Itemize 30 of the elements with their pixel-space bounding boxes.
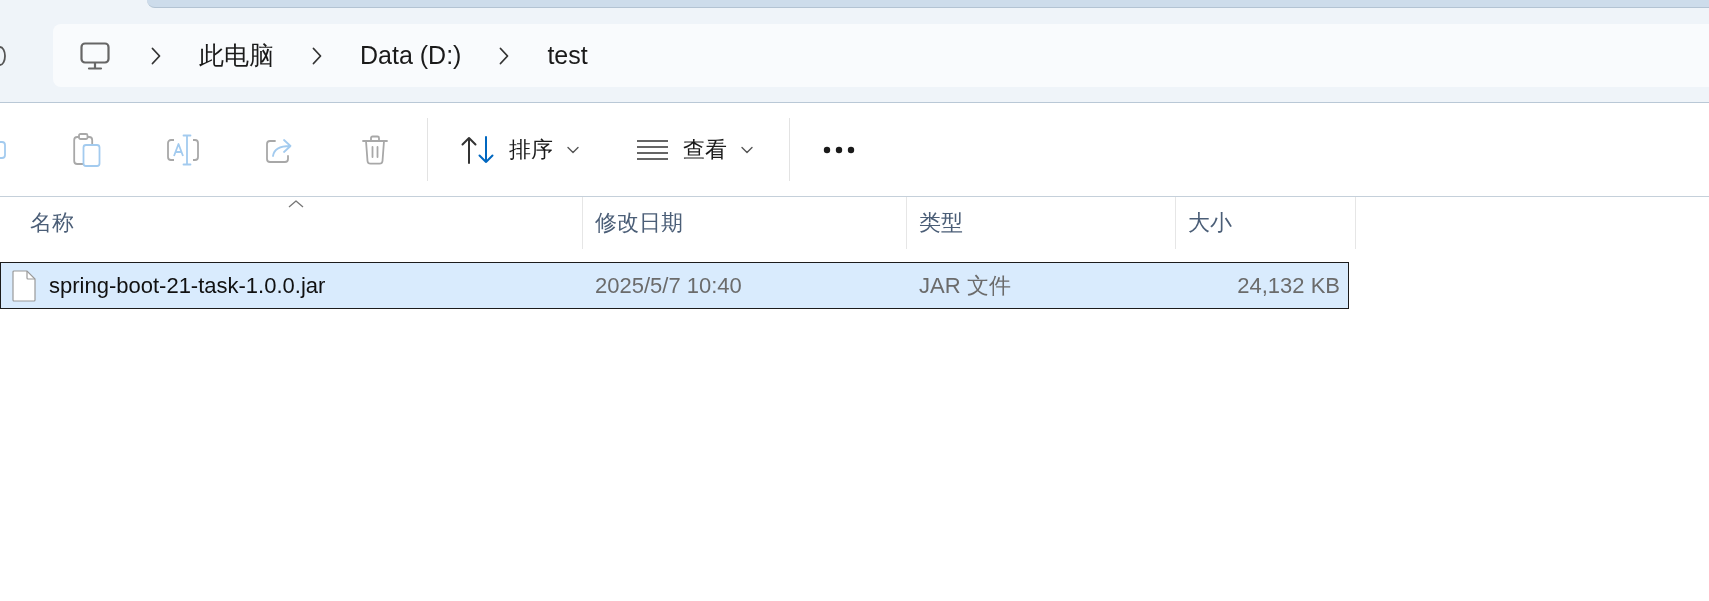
sort-arrows-icon bbox=[461, 134, 495, 165]
column-header[interactable]: 名称 bbox=[0, 197, 583, 249]
lines-icon bbox=[636, 138, 669, 161]
chevron-down-icon bbox=[741, 145, 753, 154]
file-icon bbox=[12, 269, 36, 302]
more-icon bbox=[823, 145, 855, 154]
chevron-right-icon bbox=[151, 46, 161, 65]
column-header[interactable]: 大小 bbox=[1176, 197, 1356, 249]
modified-date: 2025/5/7 10:40 bbox=[594, 272, 743, 299]
arc-icon[interactable] bbox=[0, 43, 6, 68]
chevron-right-icon bbox=[312, 46, 322, 65]
rounded-edge-icon[interactable] bbox=[0, 140, 6, 159]
chevron-down-icon bbox=[567, 145, 579, 154]
breadcrumb[interactable]: Data (D:) bbox=[360, 41, 462, 70]
breadcrumb[interactable]: 此电脑 bbox=[199, 39, 274, 72]
file-name: spring-boot-21-task-1.0.0.jar bbox=[49, 272, 326, 299]
file-type: JAR 文件 bbox=[918, 271, 1012, 300]
clipboard-icon bbox=[73, 132, 101, 167]
chevron-right-icon bbox=[499, 46, 510, 65]
text-field-icon bbox=[166, 133, 200, 166]
file-size: 24,132 KB bbox=[1236, 272, 1341, 299]
trash-icon bbox=[361, 133, 389, 166]
file-row[interactable]: spring-boot-21-task-1.0.0.jar 2025/5/7 10:40 JAR 文件 24,132 KB bbox=[0, 262, 1349, 309]
column-header[interactable]: 修改日期 bbox=[583, 197, 907, 249]
computer-icon[interactable] bbox=[80, 41, 110, 70]
column-header[interactable]: 类型 bbox=[907, 197, 1176, 249]
toolbar-menu-button[interactable]: 查看 bbox=[624, 121, 765, 178]
address-bar[interactable]: 此电脑 Data (D:) test bbox=[53, 24, 1709, 87]
breadcrumb[interactable]: test bbox=[547, 41, 588, 70]
toolbar-menu-button[interactable]: 排序 bbox=[449, 121, 591, 178]
